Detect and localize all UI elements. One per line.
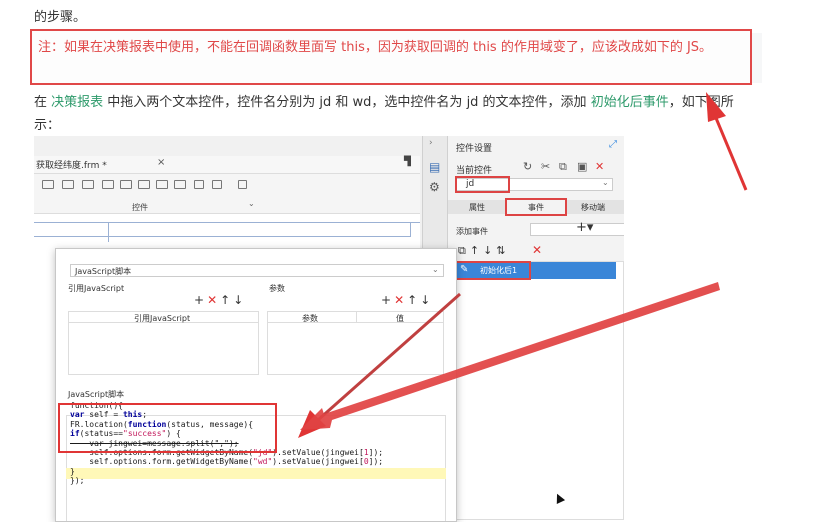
arrow-long-to-code <box>300 282 720 430</box>
annotation-arrows <box>298 92 748 438</box>
arrow-up-to-link <box>706 92 748 191</box>
